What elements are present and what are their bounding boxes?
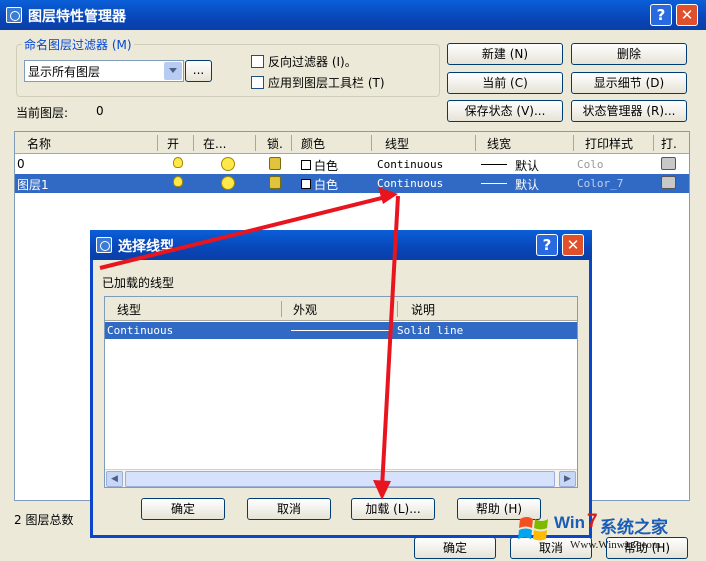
dialog-cancel-button[interactable]: 取消 <box>247 498 331 520</box>
col-header-freeze[interactable]: 在... <box>203 135 226 152</box>
scroll-right-icon[interactable]: ▶ <box>559 471 576 487</box>
layer-name: 图层1 <box>17 178 49 192</box>
col-header-plot[interactable]: 打. <box>661 135 677 152</box>
color-swatch[interactable] <box>301 179 311 189</box>
delete-layer-button[interactable]: 删除 <box>571 43 687 65</box>
col-header-color[interactable]: 颜色 <box>301 135 325 152</box>
help-titlebar-button[interactable]: ? <box>650 4 672 26</box>
lineweight-sample <box>481 183 507 184</box>
layer-color[interactable]: 白色 <box>314 157 338 174</box>
apply-to-toolbar-label: 应用到图层工具栏 (T) <box>268 76 385 90</box>
dialog-titlebar[interactable]: 选择线型 ? ✕ <box>90 230 592 260</box>
watermark-brand-digit: 7 <box>587 511 598 532</box>
dialog-title: 选择线型 <box>118 239 174 255</box>
dialog-ok-button[interactable]: 确定 <box>141 498 225 520</box>
col-separator <box>397 301 398 317</box>
col-header-plotstyle[interactable]: 打印样式 <box>585 135 633 152</box>
layer-color[interactable]: 白色 <box>314 176 338 193</box>
sun-thaw-icon[interactable] <box>221 157 235 171</box>
select-linetype-dialog: 选择线型 ? ✕ 已加载的线型 线型 外观 说明 Continuous Soli… <box>90 230 592 538</box>
watermark-url: Www.Winwin7.com <box>570 539 661 551</box>
col-header-name[interactable]: 名称 <box>27 135 51 152</box>
scroll-left-icon[interactable]: ◀ <box>106 471 123 487</box>
set-current-button[interactable]: 当前 (C) <box>447 72 563 94</box>
named-filter-group-label: 命名图层过滤器 (M) <box>22 36 134 53</box>
col-header-lineweight[interactable]: 线宽 <box>487 135 511 152</box>
scroll-thumb[interactable] <box>125 471 555 487</box>
col-header-appearance[interactable]: 外观 <box>293 301 317 318</box>
linetype-appearance-sample <box>291 330 391 331</box>
linetype-name: Continuous <box>107 324 174 337</box>
col-separator <box>291 135 292 151</box>
save-state-button[interactable]: 保存状态 (V)... <box>447 100 563 122</box>
layer-plotstyle: Colo <box>577 158 604 171</box>
app-icon <box>96 237 112 253</box>
unlock-icon[interactable] <box>269 157 281 170</box>
col-separator <box>255 135 256 151</box>
layer-name: 0 <box>17 157 25 171</box>
linetype-description: Solid line <box>397 324 464 337</box>
layer-lineweight[interactable]: 默认 <box>515 176 539 193</box>
state-manager-button[interactable]: 状态管理器 (R)... <box>571 100 687 122</box>
linetype-row[interactable]: Continuous Solid line <box>105 322 577 339</box>
color-swatch[interactable] <box>301 160 311 170</box>
sun-thaw-icon[interactable] <box>221 176 235 190</box>
unlock-icon[interactable] <box>269 176 281 189</box>
windows-flag-icon <box>518 517 548 541</box>
col-separator <box>157 135 158 151</box>
invert-filter-label: 反向过滤器 (I)。 <box>268 55 357 69</box>
linetype-list-header: 线型 外观 说明 <box>105 297 577 321</box>
col-header-on[interactable]: 开 <box>167 135 179 152</box>
current-layer-value: 0 <box>96 104 104 118</box>
loaded-linetypes-list[interactable]: 线型 外观 说明 Continuous Solid line ◀ ▶ <box>104 296 578 488</box>
col-header-linetype[interactable]: 线型 <box>117 301 141 318</box>
layer-linetype[interactable]: Continuous <box>377 158 443 171</box>
col-separator <box>193 135 194 151</box>
bulb-on-icon[interactable] <box>173 176 183 187</box>
main-window-title: 图层特性管理器 <box>28 9 126 25</box>
lineweight-sample <box>481 164 507 165</box>
layer-filter-combo-value: 显示所有图层 <box>28 65 101 79</box>
watermark-brand-suffix: 系统之家 <box>600 518 668 538</box>
close-titlebar-button[interactable]: ✕ <box>676 4 698 26</box>
layers-list-header: 名称 开 在... 锁. 颜色 线型 线宽 打印样式 打. <box>15 132 689 154</box>
loaded-linetypes-label: 已加载的线型 <box>102 276 175 290</box>
layer-row[interactable]: 0 白色 Continuous 默认 Colo <box>15 155 689 174</box>
new-layer-button[interactable]: 新建 (N) <box>447 43 563 65</box>
load-linetype-button[interactable]: 加载 (L)... <box>351 498 435 520</box>
col-separator <box>653 135 654 151</box>
col-header-lock[interactable]: 锁. <box>267 135 283 152</box>
app-icon <box>6 7 22 23</box>
main-titlebar[interactable]: 图层特性管理器 ? ✕ <box>0 0 706 30</box>
layer-linetype[interactable]: Continuous <box>377 177 443 190</box>
apply-to-toolbar-checkbox[interactable] <box>251 76 264 89</box>
dialog-close-titlebar-button[interactable]: ✕ <box>562 234 584 256</box>
layer-plotstyle: Color_7 <box>577 177 624 190</box>
col-separator <box>475 135 476 151</box>
status-bar: 2 图层总数 <box>14 505 90 531</box>
col-separator <box>573 135 574 151</box>
main-ok-button[interactable]: 确定 <box>414 537 496 559</box>
printer-icon[interactable] <box>661 157 676 170</box>
layer-filter-combo[interactable]: 显示所有图层 <box>24 60 184 82</box>
col-header-linetype[interactable]: 线型 <box>385 135 409 152</box>
col-separator <box>371 135 372 151</box>
col-header-description[interactable]: 说明 <box>411 301 435 318</box>
layer-lineweight[interactable]: 默认 <box>515 157 539 174</box>
current-layer-label: 当前图层: <box>16 106 69 120</box>
layer-count-text: 2 图层总数 <box>14 513 74 527</box>
invert-filter-checkbox[interactable] <box>251 55 264 68</box>
watermark-logo: Win 7 系统之家 Www.Winwin7.com <box>514 505 704 559</box>
layer-properties-manager-window: 图层特性管理器 ? ✕ 命名图层过滤器 (M) 显示所有图层 ... 反向过滤器… <box>0 0 706 561</box>
printer-icon[interactable] <box>661 176 676 189</box>
filter-browse-button[interactable]: ... <box>185 60 212 82</box>
watermark-brand-prefix: Win <box>554 513 586 532</box>
col-separator <box>281 301 282 317</box>
dialog-help-titlebar-button[interactable]: ? <box>536 234 558 256</box>
show-details-button[interactable]: 显示细节 (D) <box>571 72 687 94</box>
bulb-on-icon[interactable] <box>173 157 183 168</box>
layer-row[interactable]: 图层1 白色 Continuous 默认 Color_7 <box>15 174 689 193</box>
horizontal-scrollbar[interactable]: ◀ ▶ <box>105 469 577 487</box>
chevron-down-icon[interactable] <box>164 62 182 80</box>
